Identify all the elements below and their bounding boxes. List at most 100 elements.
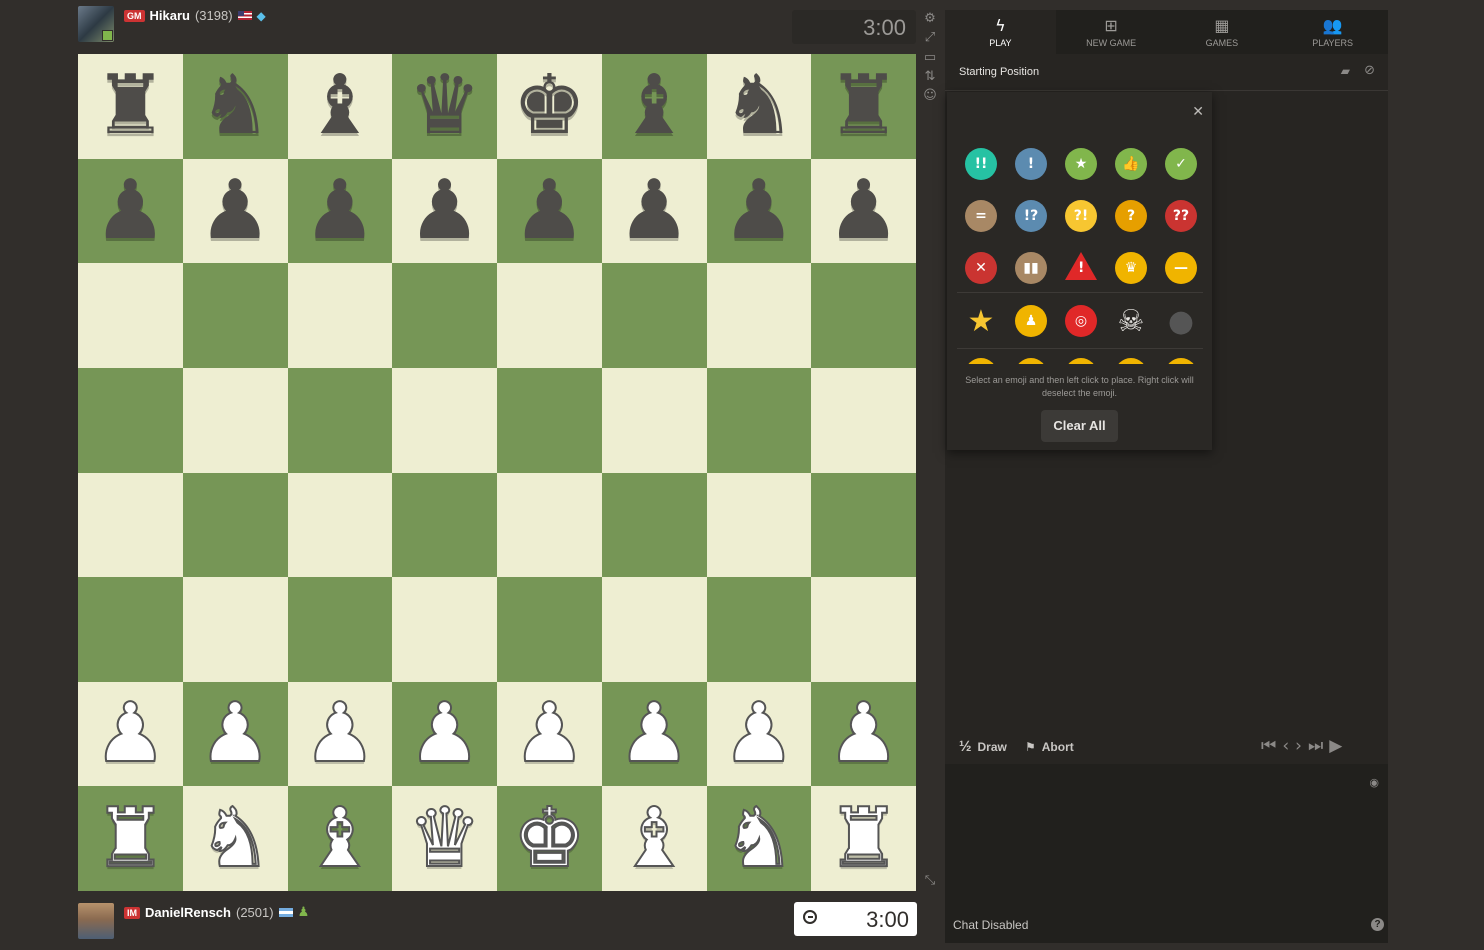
great-icon[interactable]: ! xyxy=(1015,148,1047,180)
board-square[interactable] xyxy=(287,367,393,473)
black-pawn-icon[interactable]: ♟ xyxy=(722,169,796,252)
board-square[interactable] xyxy=(497,472,602,578)
black-pawn-icon[interactable]: ♟ xyxy=(94,169,168,252)
next-move-icon[interactable]: › xyxy=(1295,736,1302,756)
black-knight-icon[interactable]: ♞ xyxy=(198,65,272,147)
black-pawn-icon[interactable]: ♟ xyxy=(408,169,482,252)
expand-icon[interactable]: ⤢ xyxy=(923,31,937,45)
bomb-icon[interactable]: ● xyxy=(1165,304,1197,339)
board-square[interactable] xyxy=(392,367,497,473)
board-square[interactable]: ♟ xyxy=(497,158,602,264)
board-square[interactable] xyxy=(706,577,812,682)
mistake-icon[interactable]: ? xyxy=(1115,200,1147,232)
white-queen-icon[interactable]: ♛ xyxy=(407,796,483,880)
white-knight-icon[interactable]: ♞ xyxy=(197,796,273,880)
white-pawn-icon[interactable]: ♟ xyxy=(93,692,169,776)
skull-icon[interactable]: ☠ xyxy=(1115,304,1147,339)
wrong-icon[interactable]: ✕ xyxy=(965,252,997,284)
board-square[interactable]: ♝ xyxy=(601,786,707,891)
black-pawn-icon[interactable]: ♟ xyxy=(617,169,691,252)
board-square[interactable]: ♟ xyxy=(182,681,288,787)
resize-icon[interactable]: ⤡ xyxy=(923,874,937,888)
abort-button[interactable]: ⚑ Abort xyxy=(1025,740,1074,754)
board-square[interactable] xyxy=(287,263,393,368)
play-icon[interactable]: ▶ xyxy=(1329,736,1342,756)
white-pawn-icon[interactable]: ♟ xyxy=(512,692,588,776)
board-square[interactable]: ♟ xyxy=(287,681,393,787)
board-square[interactable]: ♟ xyxy=(811,681,916,787)
black-pawn-icon[interactable]: ♟ xyxy=(827,169,901,252)
black-bishop-icon[interactable]: ♝ xyxy=(617,65,691,147)
board-square[interactable]: ♟ xyxy=(497,681,602,787)
black-rook-icon[interactable]: ♜ xyxy=(827,65,901,147)
white-rook-icon[interactable]: ♜ xyxy=(93,796,169,880)
board-square[interactable] xyxy=(287,577,393,682)
board-square[interactable] xyxy=(601,263,707,368)
blunder-icon[interactable]: ?? xyxy=(1165,200,1197,232)
interesting-icon[interactable]: !? xyxy=(1015,200,1047,232)
board-square[interactable] xyxy=(392,577,497,682)
excellent-icon[interactable]: 👍 xyxy=(1115,148,1147,180)
board-square[interactable] xyxy=(601,472,707,578)
board-square[interactable] xyxy=(811,472,916,578)
settings-icon[interactable]: ⚙ xyxy=(923,12,937,26)
white-knight-icon[interactable]: ♞ xyxy=(721,796,797,880)
draw-button[interactable]: ½ Draw xyxy=(959,738,1007,755)
tab-games[interactable]: ▦ GAMES xyxy=(1167,10,1278,54)
board-square[interactable]: ♞ xyxy=(706,54,812,159)
previous-move-icon[interactable]: ‹ xyxy=(1282,736,1289,756)
white-bishop-icon[interactable]: ♝ xyxy=(302,796,378,880)
book-move-icon[interactable]: ▮▮ xyxy=(1015,252,1047,284)
board-square[interactable]: ♜ xyxy=(78,786,183,891)
equal-icon[interactable]: = xyxy=(965,200,997,232)
board-square[interactable] xyxy=(182,367,288,473)
board-square[interactable]: ♜ xyxy=(78,54,183,159)
board-square[interactable] xyxy=(78,263,183,368)
white-pawn-icon[interactable]: ♟ xyxy=(197,692,273,776)
black-queen-icon[interactable]: ♛ xyxy=(408,65,482,147)
emoji-item[interactable] xyxy=(1065,358,1097,364)
emoji-item[interactable] xyxy=(965,358,997,364)
board-square[interactable]: ♟ xyxy=(706,158,812,264)
board-square[interactable]: ♟ xyxy=(811,158,916,264)
board-square[interactable] xyxy=(497,367,602,473)
board-square[interactable]: ♟ xyxy=(182,158,288,264)
board-square[interactable] xyxy=(78,367,183,473)
chess-board[interactable]: ♜ ♞ ♝ ♛ ♚ ♝ ♞ ♜ ♟ ♟ ♟ ♟ ♟ ♟ ♟ ♟ ♟ ♟ ♟ ♟ ♟ ♟ ♟ ♟ ♜ ♞ ♝ ♛ ♚ ♝ ♞ ♜ xyxy=(78,54,916,891)
board-square[interactable] xyxy=(811,367,916,473)
tab-play[interactable]: ϟ PLAY xyxy=(945,10,1056,54)
board-square[interactable]: ♛ xyxy=(392,54,497,159)
white-pawn-icon[interactable]: ♟ xyxy=(302,692,378,776)
minus-icon[interactable]: — xyxy=(1165,252,1197,284)
book-icon[interactable]: ▰ xyxy=(1341,64,1350,78)
clear-all-button[interactable]: Clear All xyxy=(1041,410,1118,442)
top-player-name[interactable]: Hikaru xyxy=(150,8,190,23)
board-square[interactable] xyxy=(811,577,916,682)
board-square[interactable] xyxy=(182,263,288,368)
board-square[interactable]: ♟ xyxy=(601,681,707,787)
white-king-icon[interactable]: ♚ xyxy=(512,796,588,880)
board-square[interactable] xyxy=(287,472,393,578)
white-rook-icon[interactable]: ♜ xyxy=(826,796,902,880)
board-square[interactable]: ♞ xyxy=(706,786,812,891)
board-square[interactable]: ♚ xyxy=(497,786,602,891)
board-square[interactable]: ♛ xyxy=(392,786,497,891)
board-square[interactable]: ♟ xyxy=(601,158,707,264)
black-rook-icon[interactable]: ♜ xyxy=(94,65,168,147)
board-square[interactable] xyxy=(78,472,183,578)
board-square[interactable]: ♚ xyxy=(497,54,602,159)
board-square[interactable]: ♝ xyxy=(287,786,393,891)
board-square[interactable]: ♟ xyxy=(78,158,183,264)
chat-settings-icon[interactable]: ◉ xyxy=(1369,776,1379,789)
board-square[interactable]: ♜ xyxy=(811,786,916,891)
last-move-icon[interactable]: ⏭ xyxy=(1308,736,1323,756)
board-square[interactable] xyxy=(811,263,916,368)
board-square[interactable] xyxy=(392,263,497,368)
help-icon[interactable]: ? xyxy=(1371,918,1384,931)
board-square[interactable] xyxy=(706,263,812,368)
theater-icon[interactable]: ▭ xyxy=(923,51,937,65)
board-square[interactable] xyxy=(497,263,602,368)
board-square[interactable]: ♝ xyxy=(601,54,707,159)
warning-icon[interactable]: ! xyxy=(1065,252,1097,280)
black-pawn-icon[interactable]: ♟ xyxy=(198,169,272,252)
